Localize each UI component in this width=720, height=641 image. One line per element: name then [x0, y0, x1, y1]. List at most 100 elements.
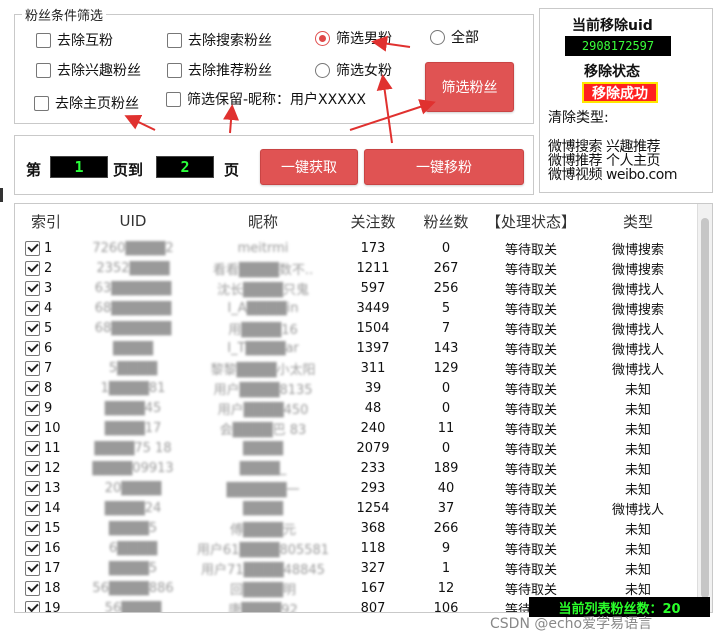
remove-search-label: 去除搜索粉丝: [188, 33, 272, 49]
row-status: 等待取关: [504, 382, 557, 398]
checkbox-box[interactable]: [36, 62, 51, 78]
row-index-cell: 13: [15, 480, 77, 496]
row-index-cell: 5: [15, 320, 77, 336]
row-checkbox[interactable]: [25, 380, 40, 396]
radio-dot[interactable]: [430, 29, 445, 45]
keep-nickname-checkbox[interactable]: 筛选保留-昵称：用户XXXXX: [166, 89, 366, 109]
table-row[interactable]: 9 ████45 用户████450 48 0 等待取关 未知: [15, 398, 697, 418]
row-checkbox[interactable]: [25, 400, 40, 416]
row-index-cell: 17: [15, 560, 77, 576]
row-checkbox[interactable]: [25, 320, 40, 336]
female-radio[interactable]: 筛选女粉: [315, 60, 392, 80]
row-follow: 597: [360, 280, 386, 296]
table-row[interactable]: 4 68██████ I_A████in 3449 5 等待取关 微博搜索: [15, 298, 697, 318]
remove-recommend-checkbox[interactable]: 去除推荐粉丝: [167, 60, 272, 80]
col-type[interactable]: 类型: [579, 211, 697, 232]
checkbox-box[interactable]: [36, 32, 51, 48]
scrollbar-thumb[interactable]: [701, 218, 709, 598]
remove-search-checkbox[interactable]: 去除搜索粉丝: [167, 30, 272, 50]
row-index: 2: [44, 260, 53, 276]
table-row[interactable]: 13 20████ ██████一 293 40 等待取关 未知: [15, 478, 697, 498]
fans-table: 索引 UID 昵称 关注数 粉丝数 【处理状态】 类型 1 7260████2 me…: [14, 203, 713, 613]
row-checkbox[interactable]: [25, 440, 40, 456]
checkbox-box[interactable]: [167, 62, 182, 78]
col-follow[interactable]: 关注数: [337, 211, 409, 232]
table-row[interactable]: 17 ████5 用户71████48845 327 1 等待取关 未知: [15, 558, 697, 578]
remove-mutual-checkbox[interactable]: 去除互粉: [36, 30, 113, 50]
row-status: 等待取关: [504, 442, 557, 458]
row-type: 微博找人: [611, 342, 664, 358]
remove-status-label: 移除状态: [584, 64, 640, 80]
row-checkbox[interactable]: [25, 480, 40, 496]
row-nick: 用户████8135: [213, 382, 313, 398]
col-nickname[interactable]: 昵称: [189, 211, 337, 232]
row-type: 未知: [624, 382, 651, 398]
row-index-cell: 1: [15, 240, 77, 256]
row-checkbox[interactable]: [25, 500, 40, 516]
table-row[interactable]: 7 5████ 黎黎████小太阳 311 129 等待取关 微博找人: [15, 358, 697, 378]
remove-homepage-label: 去除主页粉丝: [55, 96, 139, 112]
row-uid: ████75 18: [94, 440, 172, 456]
col-uid[interactable]: UID: [77, 212, 189, 230]
row-checkbox[interactable]: [25, 420, 40, 436]
row-checkbox[interactable]: [25, 460, 40, 476]
row-checkbox[interactable]: [25, 540, 40, 556]
row-nick: I_A████in: [227, 300, 299, 316]
row-index-cell: 18: [15, 580, 77, 596]
row-nick: 傅████元: [230, 522, 296, 538]
row-checkbox[interactable]: [25, 360, 40, 376]
row-follow: 39: [364, 380, 382, 396]
remove-homepage-checkbox[interactable]: 去除主页粉丝: [34, 93, 139, 113]
remove-interest-checkbox[interactable]: 去除兴趣粉丝: [36, 60, 141, 80]
table-row[interactable]: 6 ████ I_T████ar 1397 143 等待取关 微博找人: [15, 338, 697, 358]
row-nick: 黎黎████小太阳: [210, 362, 316, 378]
male-radio[interactable]: 筛选男粉: [315, 28, 392, 48]
checkbox-box[interactable]: [167, 32, 182, 48]
table-row[interactable]: 3 63██████ 沈长████只鬼 597 256 等待取关 微博找人: [15, 278, 697, 298]
col-fans[interactable]: 粉丝数: [409, 211, 483, 232]
table-row[interactable]: 1 7260████2 meitrmi 173 0 等待取关 微博搜索: [15, 238, 697, 258]
all-radio[interactable]: 全部: [430, 27, 479, 47]
row-fans: 40: [437, 480, 455, 496]
row-uid: 68██████: [94, 320, 172, 336]
row-fans: 256: [433, 280, 459, 296]
table-row[interactable]: 14 ████24 ████ 1254 37 等待取关 微博找人: [15, 498, 697, 518]
row-checkbox[interactable]: [25, 260, 40, 276]
col-index[interactable]: 索引: [15, 211, 77, 232]
table-row[interactable]: 12 ████09913 ████_ 233 189 等待取关 未知: [15, 458, 697, 478]
row-fans: 5: [441, 300, 451, 316]
row-checkbox[interactable]: [25, 240, 40, 256]
row-type: 未知: [624, 422, 651, 438]
radio-dot[interactable]: [315, 30, 330, 46]
row-fans: 267: [433, 260, 459, 276]
row-index: 13: [44, 480, 61, 496]
row-type: 微博找人: [611, 502, 664, 518]
table-row[interactable]: 15 ████5 傅████元 368 266 等待取关 未知: [15, 518, 697, 538]
row-checkbox[interactable]: [25, 340, 40, 356]
table-row[interactable]: 2 2352████ 看看████数不.. 1211 267 等待取关 微博搜索: [15, 258, 697, 278]
row-checkbox[interactable]: [25, 580, 40, 596]
to-page-input[interactable]: 2: [156, 156, 214, 178]
all-label: 全部: [451, 30, 479, 46]
radio-dot[interactable]: [315, 62, 330, 78]
row-checkbox[interactable]: [25, 560, 40, 576]
from-page-input[interactable]: 1: [50, 156, 108, 178]
vertical-scrollbar[interactable]: [697, 204, 712, 612]
row-checkbox[interactable]: [25, 300, 40, 316]
filter-fans-button[interactable]: 筛选粉丝: [425, 62, 514, 112]
checkbox-box[interactable]: [34, 95, 49, 111]
table-row[interactable]: 8 1████81 用户████8135 39 0 等待取关 未知: [15, 378, 697, 398]
row-checkbox[interactable]: [25, 600, 40, 612]
remove-all-button[interactable]: 一键移粉: [364, 149, 524, 185]
row-follow: 1397: [356, 340, 390, 356]
col-status[interactable]: 【处理状态】: [483, 211, 579, 232]
fetch-all-button[interactable]: 一键获取: [260, 149, 358, 185]
table-row[interactable]: 5 68██████ 用████16 1504 7 等待取关 微博找人: [15, 318, 697, 338]
table-row[interactable]: 16 6████ 用户61████805581 118 9 等待取关 未知: [15, 538, 697, 558]
table-row[interactable]: 18 56████886 回████明 167 12 等待取关 未知: [15, 578, 697, 598]
checkbox-box[interactable]: [166, 91, 181, 107]
table-row[interactable]: 10 ████17 会████巴 83 240 11 等待取关 未知: [15, 418, 697, 438]
row-checkbox[interactable]: [25, 520, 40, 536]
table-row[interactable]: 11 ████75 18 ████ 2079 0 等待取关 未知: [15, 438, 697, 458]
row-checkbox[interactable]: [25, 280, 40, 296]
